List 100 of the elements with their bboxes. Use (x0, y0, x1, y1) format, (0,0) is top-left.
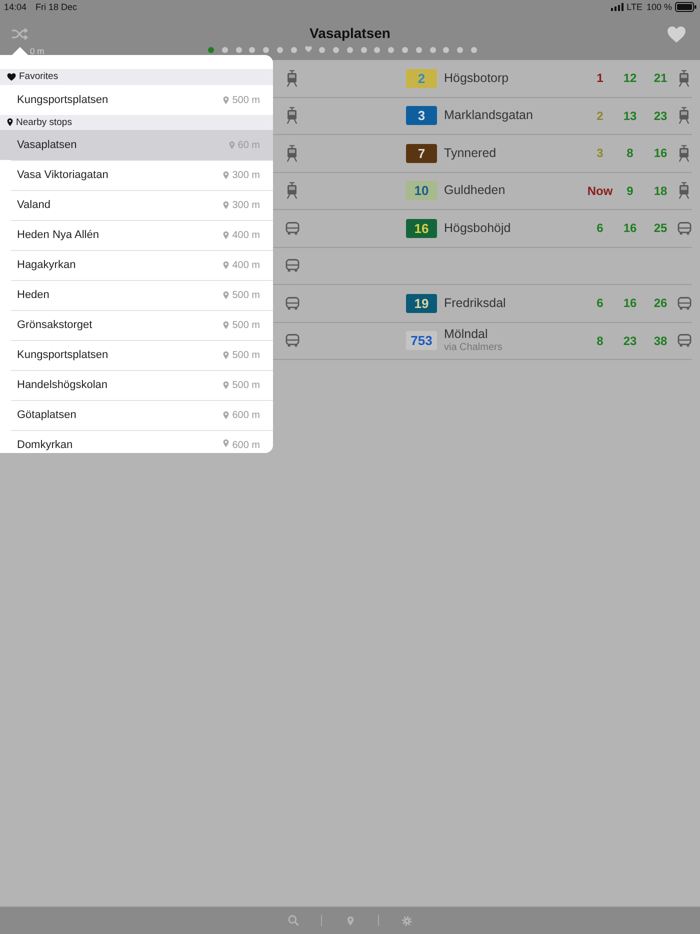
status-date: Fri 18 Dec (36, 2, 78, 12)
page-dot[interactable] (319, 46, 326, 52)
tram-icon (286, 182, 298, 200)
pin-icon (223, 381, 230, 390)
page-dot[interactable] (249, 46, 256, 52)
line-number: 753 (410, 333, 432, 348)
pin-icon (223, 171, 230, 180)
pin-icon (223, 411, 230, 420)
pin-icon (223, 201, 230, 210)
departure-time: 38 (654, 334, 668, 348)
settings-icon (402, 916, 412, 926)
destination-label: Guldheden (444, 183, 506, 198)
heart-icon (667, 26, 686, 43)
pin-icon (223, 96, 230, 104)
network-label: LTE (626, 2, 642, 12)
distance-label: 500 m (232, 289, 260, 302)
page-dot[interactable] (360, 46, 367, 52)
pin-icon (223, 321, 230, 330)
page-dot[interactable] (388, 46, 394, 52)
page-dot[interactable] (333, 46, 340, 52)
tram-icon (286, 70, 298, 87)
departure-time: 6 (596, 221, 604, 236)
search-icon (288, 915, 298, 926)
departure-time: 21 (654, 71, 668, 86)
line-number: 10 (414, 183, 429, 198)
page-dot[interactable] (457, 46, 464, 52)
departure-time: 8 (596, 334, 604, 348)
line-number: 16 (414, 220, 429, 236)
tram-icon (678, 107, 690, 124)
page-dot[interactable] (276, 46, 283, 52)
bus-icon (284, 334, 300, 348)
distance-label: 600 m (232, 438, 260, 452)
departure-time: 12 (623, 71, 637, 86)
distance-label: 300 m (232, 199, 260, 212)
bus-icon (284, 259, 300, 272)
page-dot[interactable] (471, 46, 478, 52)
page-dot[interactable] (402, 46, 408, 52)
line-number: 3 (418, 108, 426, 124)
line-number: 19 (414, 296, 429, 311)
page-dot[interactable] (290, 46, 297, 52)
page-dot[interactable] (208, 46, 214, 52)
page-dot[interactable] (416, 46, 422, 52)
tram-icon (286, 107, 298, 124)
distance-label: 500 m (232, 319, 260, 332)
pin-icon (228, 141, 235, 150)
departure-time: 3 (596, 146, 604, 160)
distance-label: 500 m (232, 379, 260, 392)
pin-icon (223, 351, 230, 360)
bus-icon (676, 296, 692, 310)
distance-label: 500 m (232, 94, 260, 106)
signal-icon (610, 3, 624, 11)
tram-icon (286, 144, 298, 162)
tram-icon (678, 182, 690, 200)
departure-time: 8 (626, 146, 634, 160)
departure-time: 2 (596, 108, 604, 123)
stop-item[interactable]: Vasaplatsen 60 m (0, 130, 273, 160)
destination-label: Högsbohöjd (444, 220, 511, 236)
departure-time: 23 (654, 108, 668, 123)
departure-time: 18 (654, 184, 668, 198)
departure-time: 1 (596, 71, 604, 86)
battery-label: 100 % (646, 2, 672, 12)
departure-time: 16 (623, 296, 637, 310)
via-label: via Chalmers (444, 342, 502, 354)
distance-label: 400 m (232, 259, 260, 272)
distance-label: 500 m (232, 349, 260, 362)
departure-time: 16 (623, 221, 637, 236)
pin-icon (7, 118, 13, 126)
tram-icon (678, 70, 690, 87)
departure-time: 6 (596, 296, 604, 310)
shuffle-button[interactable] (12, 28, 28, 40)
status-time: 14:04 (4, 2, 27, 12)
pin-icon (223, 291, 230, 300)
destination-label: Tynnered (444, 146, 496, 161)
distance-label: 300 m (232, 169, 260, 182)
pin-icon (223, 261, 230, 270)
bus-icon (676, 222, 692, 235)
departure-time: 23 (623, 334, 637, 348)
page-dot[interactable] (236, 46, 242, 52)
tram-icon (678, 144, 690, 162)
heart-icon (7, 72, 16, 81)
shuffle-icon (12, 28, 28, 40)
line-number: 7 (418, 146, 426, 161)
destination-label: Marklandsgatan (444, 108, 533, 124)
stop-title: Vasaplatsen (310, 25, 390, 42)
distance-label: 60 m (238, 139, 260, 152)
page-dot[interactable] (374, 46, 380, 52)
page-dot[interactable] (430, 46, 436, 52)
destination-label: Fredriksdal (444, 296, 506, 311)
departure-time: 13 (623, 108, 637, 123)
page-dot[interactable] (346, 46, 353, 52)
heart-icon[interactable] (304, 46, 312, 53)
page-dot[interactable] (443, 46, 450, 52)
distance-label: 400 m (232, 229, 260, 242)
pin-icon (223, 438, 230, 447)
page-dot[interactable] (263, 46, 270, 52)
distance-label: 0 m (30, 46, 44, 56)
favorite-button[interactable] (667, 26, 686, 43)
page-dot[interactable] (222, 46, 228, 52)
departure-time: 25 (654, 221, 668, 236)
bus-icon (676, 334, 692, 348)
